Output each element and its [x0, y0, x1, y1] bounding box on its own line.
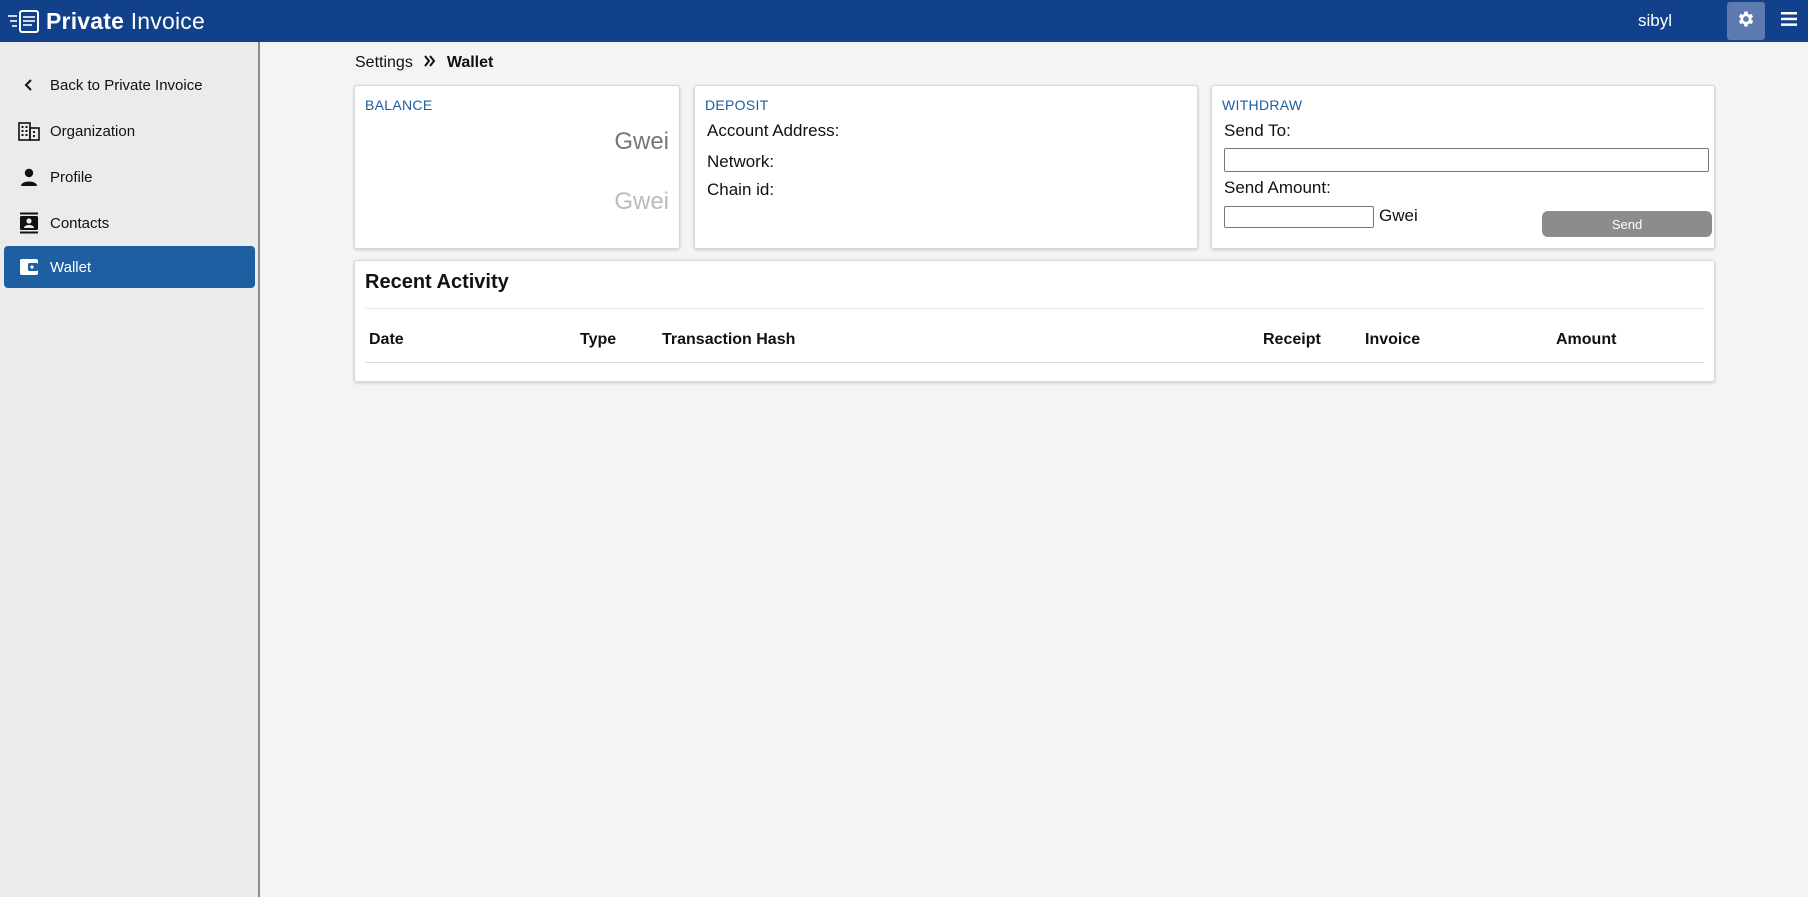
- recent-activity-card: Recent Activity Date Type Transaction Ha…: [354, 260, 1715, 382]
- deposit-card: DEPOSIT Account Address: Network: Chain …: [694, 85, 1198, 249]
- hamburger-menu-button[interactable]: [1772, 4, 1806, 38]
- username[interactable]: sibyl: [1620, 0, 1720, 42]
- breadcrumb-current: Wallet: [446, 54, 494, 71]
- balance-card: BALANCE Gwei Gwei: [354, 85, 680, 249]
- withdraw-card: WITHDRAW Send To: Send Amount: Gwei Send: [1211, 85, 1715, 249]
- app-title: Private Invoice: [46, 7, 205, 34]
- contacts-icon: [10, 212, 48, 234]
- send-to-label: Send To:: [1224, 121, 1291, 140]
- deposit-title: DEPOSIT: [705, 97, 769, 113]
- recent-activity-title: Recent Activity: [365, 271, 509, 293]
- sidebar: Back to Private Invoice Organization Pro…: [0, 42, 260, 897]
- sidebar-item-back[interactable]: Back to Private Invoice: [4, 64, 255, 106]
- sidebar-item-label: Organization: [50, 122, 136, 140]
- column-receipt[interactable]: Receipt: [1263, 331, 1321, 349]
- sidebar-item-profile[interactable]: Profile: [4, 156, 255, 198]
- brand[interactable]: Private Invoice: [6, 6, 205, 36]
- breadcrumb-settings[interactable]: Settings: [355, 54, 413, 72]
- balance-secondary: Gwei: [614, 188, 669, 215]
- chain-id-label: Chain id:: [707, 180, 775, 199]
- gear-icon: [1736, 9, 1756, 34]
- table-header-divider: [365, 362, 1704, 363]
- send-to-input[interactable]: [1224, 148, 1709, 172]
- column-transaction-hash[interactable]: Transaction Hash: [662, 331, 795, 349]
- sidebar-item-label: Contacts: [50, 214, 110, 232]
- double-chevron-right-icon: [423, 54, 437, 72]
- sidebar-item-organization[interactable]: Organization: [4, 110, 255, 152]
- withdraw-title: WITHDRAW: [1222, 97, 1303, 113]
- column-amount[interactable]: Amount: [1556, 331, 1616, 349]
- account-address-label: Account Address:: [707, 121, 840, 140]
- wallet-icon: [10, 258, 48, 276]
- column-type[interactable]: Type: [580, 331, 616, 349]
- network-label: Network:: [707, 152, 775, 171]
- send-button[interactable]: Send: [1542, 211, 1712, 237]
- person-icon: [10, 167, 48, 187]
- breadcrumb: Settings Wallet: [355, 52, 493, 74]
- sidebar-item-contacts[interactable]: Contacts: [4, 202, 255, 244]
- balance-title: BALANCE: [365, 97, 433, 113]
- send-amount-input[interactable]: [1224, 206, 1374, 228]
- column-date[interactable]: Date: [369, 331, 404, 349]
- building-icon: [10, 121, 48, 141]
- divider: [365, 308, 1704, 309]
- settings-button[interactable]: [1727, 2, 1765, 40]
- sidebar-item-label: Back to Private Invoice: [50, 76, 203, 94]
- sidebar-item-label: Wallet: [50, 258, 92, 276]
- column-invoice[interactable]: Invoice: [1365, 331, 1420, 349]
- chevron-left-icon: [10, 78, 48, 92]
- send-amount-label: Send Amount:: [1224, 178, 1331, 197]
- hamburger-icon: [1780, 11, 1798, 32]
- invoice-logo-icon: [6, 6, 42, 36]
- amount-unit: Gwei: [1379, 206, 1418, 225]
- balance-primary: Gwei: [614, 128, 669, 155]
- sidebar-item-wallet[interactable]: Wallet: [4, 246, 255, 288]
- sidebar-item-label: Profile: [50, 168, 93, 186]
- top-bar: Private Invoice sibyl: [0, 0, 1808, 42]
